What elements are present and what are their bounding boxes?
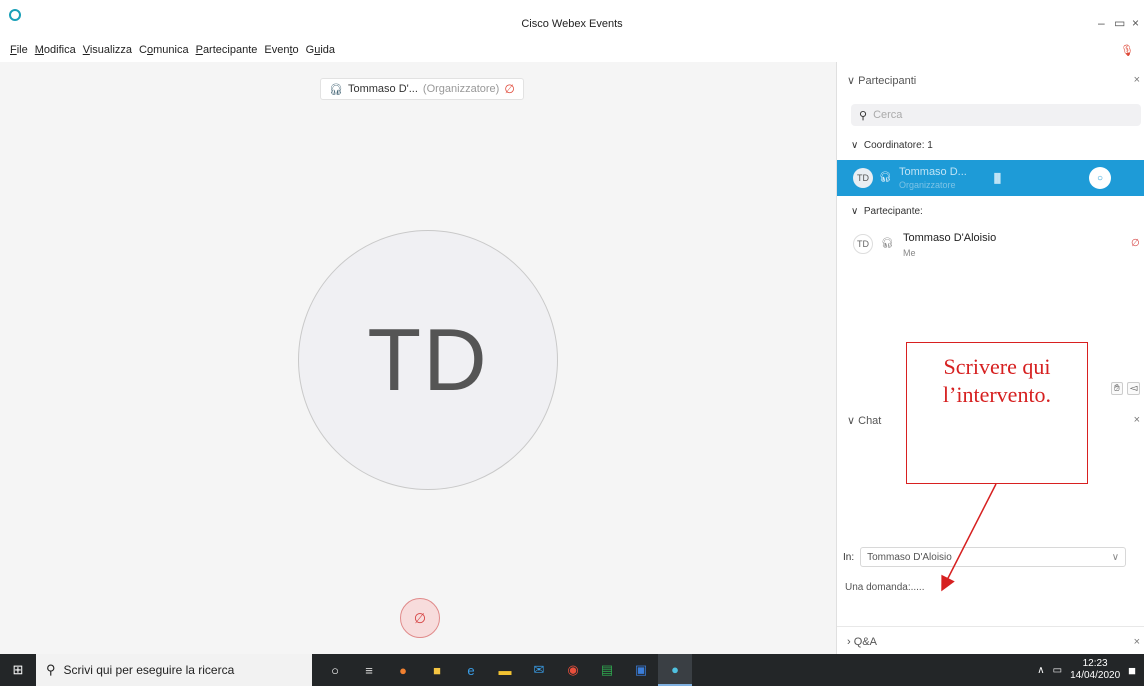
taskbar-search-input[interactable]: ⚲ Scrivi qui per eseguire la ricerca: [36, 654, 312, 686]
chevron-down-icon: ∨: [847, 415, 856, 427]
chat-message-input[interactable]: Una domanda:.....: [845, 582, 925, 593]
edge-icon[interactable]: e: [454, 654, 488, 686]
close-chat-icon[interactable]: ×: [1134, 414, 1140, 426]
chat-section-header[interactable]: ∨ Chat: [847, 414, 881, 427]
participants-section-header[interactable]: ∨ Partecipanti: [847, 74, 916, 87]
headset-icon: 🎧︎: [329, 83, 343, 96]
store-icon[interactable]: ■: [420, 654, 454, 686]
chat-bubble-icon[interactable]: ○: [1089, 167, 1111, 189]
annotation-callout: Scrivere qui l’intervento.: [906, 342, 1088, 484]
mic-muted-icon[interactable]: 🎙︎: [1120, 44, 1134, 57]
windows-start-icon[interactable]: ⊞: [0, 654, 36, 686]
participant-search-input[interactable]: ⚲ Cerca: [851, 104, 1141, 126]
speaker-role: (Organizzatore): [422, 83, 500, 95]
participant-avatar-large: TD: [298, 230, 558, 490]
task-view-icon[interactable]: ≡: [352, 654, 386, 686]
menu-item-comunica[interactable]: Comunica: [139, 44, 189, 56]
recipient-select[interactable]: Tommaso D'Aloisio ∨: [860, 547, 1127, 567]
chat-recipient-row: In: Tommaso D'Aloisio ∨: [843, 546, 1144, 568]
window-title: Cisco Webex Events: [521, 18, 623, 30]
word-icon[interactable]: ▣: [624, 654, 658, 686]
mail-icon[interactable]: ✉: [522, 654, 556, 686]
clock[interactable]: 12:23 14/04/2020: [1070, 658, 1120, 682]
recipient-label: In:: [843, 551, 855, 563]
video-stage: 🎧︎ Tommaso D'... (Organizzatore) ∅ TD ∅: [0, 62, 836, 654]
chevron-down-icon: ∨: [851, 140, 859, 151]
headset-icon: 🎧︎: [881, 238, 894, 249]
menu-bar: File Modifica Visualizza Comunica Partecipan…: [10, 44, 335, 56]
headset-icon: 🎧︎: [879, 172, 892, 183]
menu-item-partecipante[interactable]: Partecipante: [196, 44, 258, 56]
raise-hand-icon[interactable]: ✋︎: [1111, 382, 1123, 395]
participant-name: Tommaso D'Aloisio: [903, 232, 997, 244]
excel-icon[interactable]: ▤: [590, 654, 624, 686]
menu-item-modifica[interactable]: Modifica: [35, 44, 76, 56]
avatar: TD: [853, 168, 873, 188]
chevron-up-icon[interactable]: ∧: [1037, 665, 1044, 676]
close-qa-icon[interactable]: ×: [1134, 636, 1140, 648]
battery-icon[interactable]: ▭: [1053, 665, 1062, 676]
mic-muted-icon: ∅: [413, 609, 427, 626]
menu-item-guida[interactable]: Guida: [306, 44, 335, 56]
title-bar: Cisco Webex Events – ▭ ×: [0, 0, 1144, 42]
annotation-line-2: l’intervento.: [942, 381, 1052, 407]
minimize-button[interactable]: –: [1098, 16, 1105, 30]
audio-level-icon: ▐▌: [991, 173, 1004, 183]
maximize-button[interactable]: ▭: [1114, 16, 1125, 30]
webex-taskbar-icon[interactable]: ●: [658, 654, 692, 686]
search-icon: ⚲: [46, 662, 56, 677]
close-participants-icon[interactable]: ×: [1134, 74, 1140, 86]
qa-section-header[interactable]: › Q&A: [847, 636, 877, 648]
participant-sub: Me: [903, 248, 916, 258]
mic-muted-icon: ∅: [504, 82, 515, 96]
system-tray: ∧ ▭ 12:23 14/04/2020 ■: [1037, 654, 1136, 686]
chevron-down-icon: ∨: [851, 206, 859, 217]
participant-row-host[interactable]: TD 🎧︎ Tommaso D... Organizzatore ▐▌ ○: [837, 160, 1144, 196]
chevron-down-icon: ∨: [847, 75, 856, 87]
chevron-down-icon: ∨: [1111, 551, 1120, 563]
close-button[interactable]: ×: [1132, 16, 1139, 30]
firefox-icon[interactable]: ●: [386, 654, 420, 686]
chevron-right-icon: ›: [847, 636, 851, 648]
taskbar-apps: ○ ≡ ● ■ e ▬ ✉ ◉ ▤ ▣ ●: [318, 654, 692, 686]
divider: [837, 626, 1144, 627]
active-speaker-chip: 🎧︎ Tommaso D'... (Organizzatore) ∅: [320, 78, 524, 100]
annotation-line-1: Scrivere qui: [943, 354, 1051, 379]
feedback-icon[interactable]: ◅: [1126, 382, 1141, 395]
group-host-header[interactable]: ∨ Coordinatore: 1: [851, 140, 933, 151]
participant-name: Tommaso D...: [899, 166, 967, 178]
notifications-icon[interactable]: ■: [1128, 663, 1136, 678]
menu-item-visualizza[interactable]: Visualizza: [83, 44, 132, 56]
cortana-icon[interactable]: ○: [318, 654, 352, 686]
windows-taskbar: ⊞ ⚲ Scrivi qui per eseguire la ricerca ○…: [0, 654, 1144, 686]
group-attendee-header[interactable]: ∨ Partecipante:: [851, 206, 923, 217]
mic-muted-icon[interactable]: ∅: [1131, 238, 1140, 249]
menu-item-evento[interactable]: Evento: [264, 44, 298, 56]
speaker-name: Tommaso D'...: [347, 83, 418, 95]
unmute-button[interactable]: ∅: [400, 598, 440, 638]
panel-tools: ✋︎ ◅: [1111, 382, 1141, 395]
participant-role: Organizzatore: [899, 180, 956, 190]
search-icon: ⚲: [859, 109, 868, 122]
menu-item-file[interactable]: File: [10, 44, 28, 56]
file-explorer-icon[interactable]: ▬: [488, 654, 522, 686]
avatar: TD: [853, 234, 873, 254]
chrome-icon[interactable]: ◉: [556, 654, 590, 686]
